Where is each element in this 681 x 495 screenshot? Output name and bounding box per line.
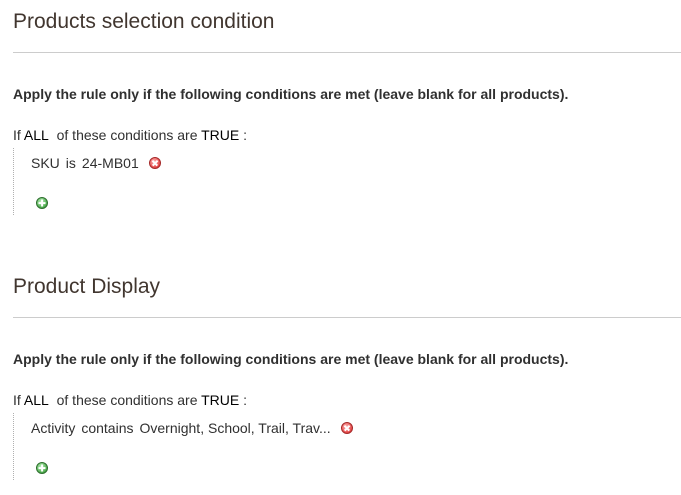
condition-attribute[interactable]: SKU	[31, 155, 60, 171]
if-label: If	[13, 392, 21, 408]
condition-aggregator-line: If ALL of these conditions are TRUE :	[13, 392, 247, 408]
condition-row: SKU is 24-MB01	[31, 155, 161, 171]
colon-label: :	[243, 392, 248, 408]
if-label: If	[13, 127, 21, 143]
apply-rule-description: Apply the rule only if the following con…	[13, 351, 569, 367]
condition-aggregator-line: If ALL of these conditions are TRUE :	[13, 127, 247, 143]
condition-value[interactable]: Overnight, School, Trail, Trav...	[140, 420, 331, 436]
remove-condition-icon[interactable]	[148, 157, 161, 169]
section-title: Products selection condition	[13, 10, 275, 33]
value-select[interactable]: TRUE	[201, 392, 239, 408]
value-select[interactable]: TRUE	[201, 127, 239, 143]
add-condition-icon[interactable]	[36, 197, 48, 209]
aggregator-select[interactable]: ALL	[24, 127, 49, 143]
colon-label: :	[243, 127, 248, 143]
aggregator-select[interactable]: ALL	[24, 392, 49, 408]
remove-condition-icon[interactable]	[340, 422, 353, 434]
section-divider	[13, 52, 681, 53]
section-divider	[13, 317, 681, 318]
condition-row: Activity contains Overnight, School, Tra…	[31, 420, 353, 436]
of-these-label: of these conditions are	[56, 127, 198, 143]
conditions-list: SKU is 24-MB01	[13, 148, 413, 215]
apply-rule-description: Apply the rule only if the following con…	[13, 86, 569, 102]
condition-value[interactable]: 24-MB01	[82, 155, 139, 171]
page: Products selection condition Apply the r…	[0, 0, 681, 495]
section-title: Product Display	[13, 275, 161, 298]
conditions-list: Activity contains Overnight, School, Tra…	[13, 413, 413, 480]
of-these-label: of these conditions are	[56, 392, 198, 408]
condition-attribute[interactable]: Activity	[31, 420, 75, 436]
condition-operator[interactable]: contains	[81, 420, 133, 436]
add-condition-icon[interactable]	[36, 462, 48, 474]
condition-operator[interactable]: is	[66, 155, 76, 171]
